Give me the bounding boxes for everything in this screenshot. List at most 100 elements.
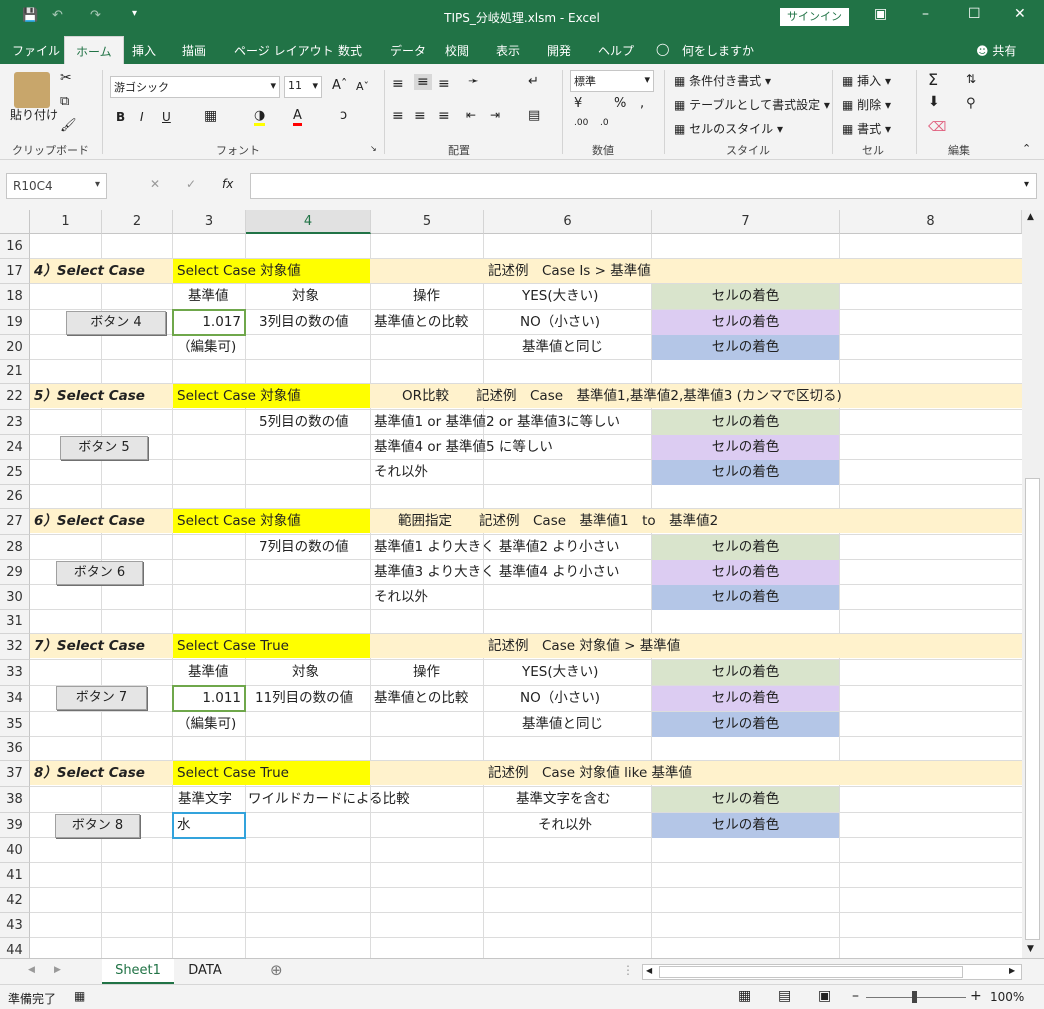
column-header[interactable]: 3	[173, 210, 246, 234]
format-painter-icon[interactable]: 🖌	[60, 118, 77, 133]
scroll-down-icon[interactable]: ▼	[1027, 944, 1034, 954]
column-header[interactable]: 5	[371, 210, 484, 234]
font-name-select[interactable]: 游ゴシック ▾	[110, 76, 280, 98]
comma-icon[interactable]: ,	[640, 96, 644, 111]
tell-me-search[interactable]: 何をしますか	[682, 42, 754, 59]
row-header[interactable]: 33	[0, 660, 30, 686]
decrease-indent-icon[interactable]: ⇤	[466, 108, 476, 122]
decrease-decimal-icon[interactable]: .0	[600, 118, 609, 128]
align-right-icon[interactable]: ≡	[438, 108, 450, 124]
orientation-icon[interactable]: ➛	[468, 74, 479, 89]
tab-review[interactable]: 校閲	[445, 42, 469, 59]
next-sheet-icon[interactable]: ▶	[54, 965, 61, 975]
align-middle-icon[interactable]: ≡	[414, 74, 432, 90]
font-color-icon[interactable]: A	[293, 108, 302, 126]
macro-record-icon[interactable]: ▦	[74, 989, 85, 1003]
conditional-formatting-button[interactable]: ▦ 条件付き書式 ▾	[674, 72, 771, 89]
row-header[interactable]: 20	[0, 335, 30, 360]
name-box[interactable]: R10C4 ▾	[6, 173, 107, 199]
scroll-left-icon[interactable]: ◀	[646, 966, 652, 975]
row-header[interactable]: 16	[0, 234, 30, 259]
sheet-tab-sheet1[interactable]: Sheet1	[102, 959, 174, 984]
row-header[interactable]: 21	[0, 360, 30, 384]
find-select-icon[interactable]: ⚲	[966, 96, 976, 111]
increase-decimal-icon[interactable]: .00	[574, 118, 588, 128]
page-layout-view-icon[interactable]: ▤	[778, 988, 791, 1004]
currency-icon[interactable]: ¥	[574, 96, 582, 111]
fill-color-icon[interactable]: ◑	[254, 108, 266, 126]
ribbon-display-icon[interactable]: ▣	[874, 6, 887, 22]
clear-icon[interactable]: ⌫	[928, 120, 946, 135]
format-cells-button[interactable]: ▦ 書式 ▾	[842, 120, 891, 137]
expand-formula-icon[interactable]: ▾	[1024, 179, 1029, 190]
zoom-level[interactable]: 100%	[990, 990, 1024, 1004]
row-header[interactable]: 35	[0, 712, 30, 737]
threshold-input[interactable]: 1.017	[172, 309, 246, 336]
spreadsheet-grid[interactable]: 1 2 3 4 5 6 7 8 16 17 18 19 20 21 22 23 24 25 26 27…	[0, 210, 1022, 958]
percent-icon[interactable]: %	[614, 96, 626, 111]
row-header[interactable]: 28	[0, 535, 30, 560]
tab-data[interactable]: データ	[390, 42, 426, 59]
row-header[interactable]: 25	[0, 460, 30, 485]
collapse-ribbon-icon[interactable]: ⌃	[1022, 142, 1031, 155]
copy-icon[interactable]: ⧉	[60, 94, 69, 109]
fill-icon[interactable]: ⬇	[928, 94, 940, 110]
tab-draw[interactable]: 描画	[182, 42, 206, 59]
sheet-tab-data[interactable]: DATA	[176, 959, 234, 984]
row-header[interactable]: 44	[0, 938, 30, 958]
column-header[interactable]: 1	[30, 210, 102, 234]
close-icon[interactable]: ✕	[1014, 6, 1026, 22]
paste-icon[interactable]	[14, 72, 50, 108]
row-header[interactable]: 23	[0, 410, 30, 435]
underline-icon[interactable]: U	[162, 110, 171, 124]
formula-input[interactable]	[250, 173, 1037, 199]
delete-cells-button[interactable]: ▦ 削除 ▾	[842, 96, 891, 113]
row-header[interactable]: 24	[0, 435, 30, 460]
normal-view-icon[interactable]: ▦	[738, 988, 751, 1004]
tab-help[interactable]: ヘルプ	[598, 42, 634, 59]
grow-font-icon[interactable]: Aˆ	[332, 78, 347, 93]
cut-icon[interactable]: ✂	[60, 70, 72, 86]
page-break-view-icon[interactable]: ▣	[818, 988, 831, 1004]
merge-center-icon[interactable]: ▤	[528, 108, 540, 123]
row-header[interactable]: 38	[0, 787, 30, 813]
row-header[interactable]: 37	[0, 761, 30, 787]
column-header[interactable]: 8	[840, 210, 1022, 234]
select-all-corner[interactable]	[0, 210, 30, 234]
bold-icon[interactable]: B	[116, 110, 125, 124]
row-header[interactable]: 18	[0, 284, 30, 310]
font-size-select[interactable]: 11 ▾	[284, 76, 322, 98]
tab-view[interactable]: 表示	[496, 42, 520, 59]
number-format-select[interactable]: 標準 ▾	[570, 70, 654, 92]
paste-button[interactable]: 貼り付け	[10, 106, 58, 123]
insert-function-icon[interactable]: fx	[222, 177, 233, 191]
align-top-icon[interactable]: ≡	[392, 76, 404, 92]
button-6[interactable]: ボタン 6	[56, 561, 143, 585]
horizontal-scrollbar[interactable]: ◀ ▶	[642, 964, 1022, 980]
row-header[interactable]: 17	[0, 259, 30, 284]
insert-cells-button[interactable]: ▦ 挿入 ▾	[842, 72, 891, 89]
button-4[interactable]: ボタン 4	[66, 311, 166, 335]
zoom-out-icon[interactable]: –	[852, 988, 859, 1004]
tab-page-layout[interactable]: ページ レイアウト	[234, 42, 334, 59]
scroll-right-icon[interactable]: ▶	[1009, 966, 1015, 975]
align-bottom-icon[interactable]: ≡	[438, 76, 450, 92]
tab-insert[interactable]: 挿入	[132, 42, 156, 59]
signin-button[interactable]: サインイン	[780, 8, 849, 26]
maximize-icon[interactable]: ☐	[968, 6, 981, 22]
italic-icon[interactable]: I	[140, 110, 144, 124]
row-header[interactable]: 26	[0, 485, 30, 509]
borders-icon[interactable]: ▦	[204, 108, 217, 124]
row-header[interactable]: 40	[0, 838, 30, 863]
threshold-input[interactable]: 1.011	[172, 685, 246, 712]
align-left-icon[interactable]: ≡	[392, 108, 404, 124]
tab-home[interactable]: ホーム	[64, 36, 124, 64]
button-5[interactable]: ボタン 5	[60, 436, 148, 460]
h-scroll-thumb[interactable]	[659, 966, 963, 978]
row-header[interactable]: 27	[0, 509, 30, 535]
minimize-icon[interactable]: –	[922, 6, 929, 22]
column-header[interactable]: 2	[102, 210, 173, 234]
tab-splitter-icon[interactable]: ⋮	[622, 963, 634, 977]
sort-filter-icon[interactable]: ⇅	[966, 72, 976, 86]
row-header[interactable]: 22	[0, 384, 30, 410]
